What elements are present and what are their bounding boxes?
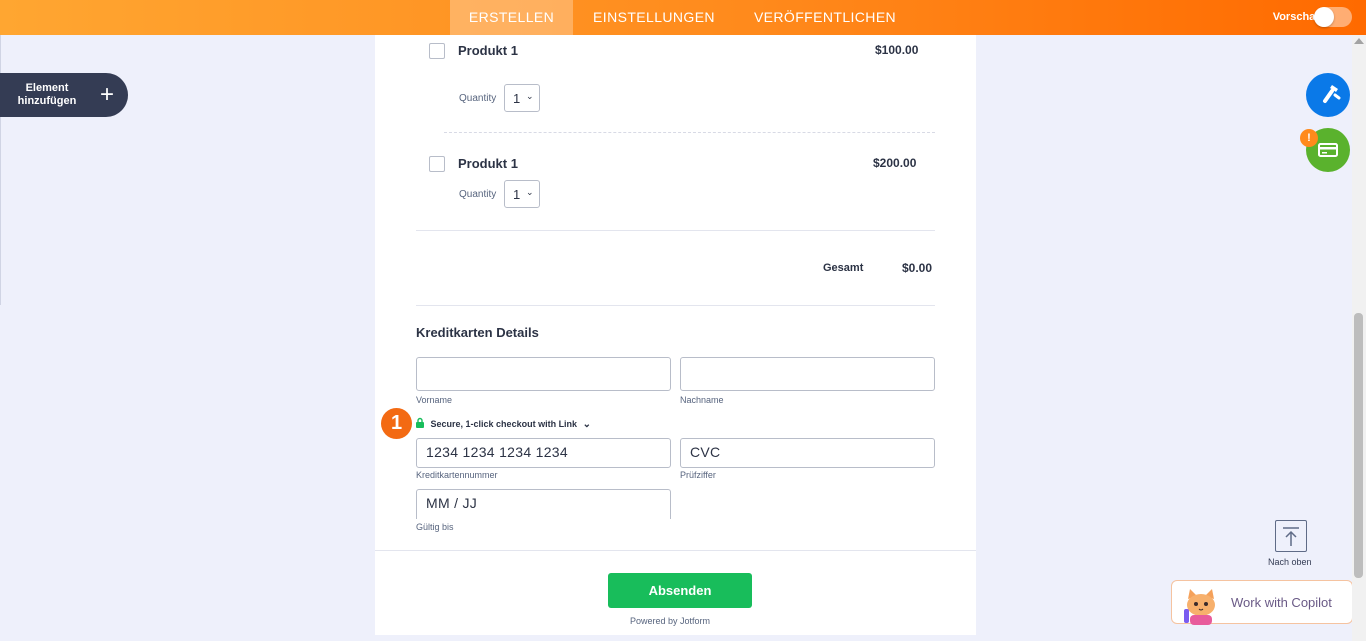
copilot-label: Work with Copilot: [1231, 595, 1332, 610]
product-1-name: Produkt 1: [458, 43, 518, 58]
tab-einstellungen[interactable]: EINSTELLUNGEN: [584, 0, 724, 35]
expiry-label-clip: Gültig bis: [416, 519, 671, 533]
product-1-price: $100.00: [875, 43, 919, 57]
scroll-up-arrow-icon[interactable]: [1354, 38, 1364, 44]
submit-button[interactable]: Absenden: [608, 573, 752, 608]
product-1-quantity-select[interactable]: 1 ⌄: [504, 84, 540, 112]
total-label: Gesamt: [823, 262, 864, 274]
back-to-top-button[interactable]: [1275, 520, 1307, 552]
back-to-top-label: Nach oben: [1268, 557, 1312, 567]
card-number-input[interactable]: 1234 1234 1234 1234: [416, 438, 671, 468]
add-element-label-line2: hinzufügen: [17, 95, 77, 107]
expiry-placeholder: MM / JJ: [426, 495, 478, 511]
last-name-input[interactable]: [680, 357, 935, 391]
cvc-label: Prüfziffer: [680, 470, 716, 480]
cvc-placeholder: CVC: [690, 444, 721, 460]
add-element-button[interactable]: Element hinzufügen +: [0, 73, 128, 117]
lock-icon: [416, 417, 424, 428]
link-checkout-text: Secure, 1-click checkout with Link: [430, 419, 578, 429]
product-2-quantity-select[interactable]: 1 ⌄: [504, 180, 540, 208]
product-2-price: $200.00: [873, 156, 917, 170]
total-divider: [416, 305, 935, 306]
product-2-name: Produkt 1: [458, 156, 518, 171]
preview-toggle[interactable]: [1314, 7, 1352, 27]
first-name-label: Vorname: [416, 395, 453, 405]
paint-roller-icon: [1323, 85, 1341, 103]
expiry-label: Gültig bis: [416, 522, 454, 532]
footer-divider: [375, 550, 976, 551]
form-designer-button[interactable]: [1306, 73, 1350, 117]
cat-mascot-icon: [1184, 589, 1215, 625]
powered-by-link[interactable]: Powered by Jotform: [630, 616, 710, 626]
top-navigation-bar: ERSTELLEN EINSTELLUNGEN VERÖFFENTLICHEN …: [0, 0, 1366, 35]
tab-veroeffentlichen[interactable]: VERÖFFENTLICHEN: [744, 0, 906, 35]
product-2-checkbox[interactable]: [429, 156, 445, 172]
product-1-quantity-label: Quantity: [459, 93, 497, 104]
copilot-button[interactable]: Work with Copilot: [1171, 580, 1353, 625]
arrow-up-icon: [1283, 527, 1299, 546]
warning-badge: !: [1300, 129, 1318, 147]
product-2-quantity-value: 1: [513, 187, 521, 202]
tab-erstellen[interactable]: ERSTELLEN: [450, 0, 573, 35]
total-value: $0.00: [902, 261, 933, 275]
chevron-down-icon: ⌄: [526, 187, 534, 197]
cvc-input[interactable]: CVC: [680, 438, 935, 468]
step-number-badge: 1: [381, 408, 412, 439]
link-checkout-toggle[interactable]: Secure, 1-click checkout with Link ⌄: [415, 417, 591, 430]
expiry-input[interactable]: MM / JJ: [416, 489, 671, 519]
chevron-down-icon: ⌄: [582, 419, 591, 430]
first-name-input[interactable]: [416, 357, 671, 391]
chevron-down-icon: ⌄: [526, 91, 534, 101]
form-card: Produkt 1 $100.00 Quantity 1 ⌄ Produkt 1…: [375, 35, 976, 635]
last-name-label: Nachname: [680, 395, 724, 405]
plus-icon: +: [100, 81, 115, 108]
card-number-label: Kreditkartennummer: [416, 470, 498, 480]
add-element-label: Element hinzufügen: [6, 82, 88, 108]
toggle-knob: [1314, 7, 1334, 27]
product-1-checkbox[interactable]: [429, 43, 445, 59]
card-number-placeholder: 1234 1234 1234 1234: [426, 444, 568, 460]
product-2-quantity-label: Quantity: [459, 189, 497, 200]
credit-card-title: Kreditkarten Details: [416, 325, 539, 340]
product-divider: [444, 132, 935, 133]
product-1-quantity-value: 1: [513, 91, 521, 106]
scrollbar-thumb[interactable]: [1354, 313, 1363, 578]
add-element-label-line1: Element: [25, 82, 69, 94]
products-divider: [416, 230, 935, 231]
